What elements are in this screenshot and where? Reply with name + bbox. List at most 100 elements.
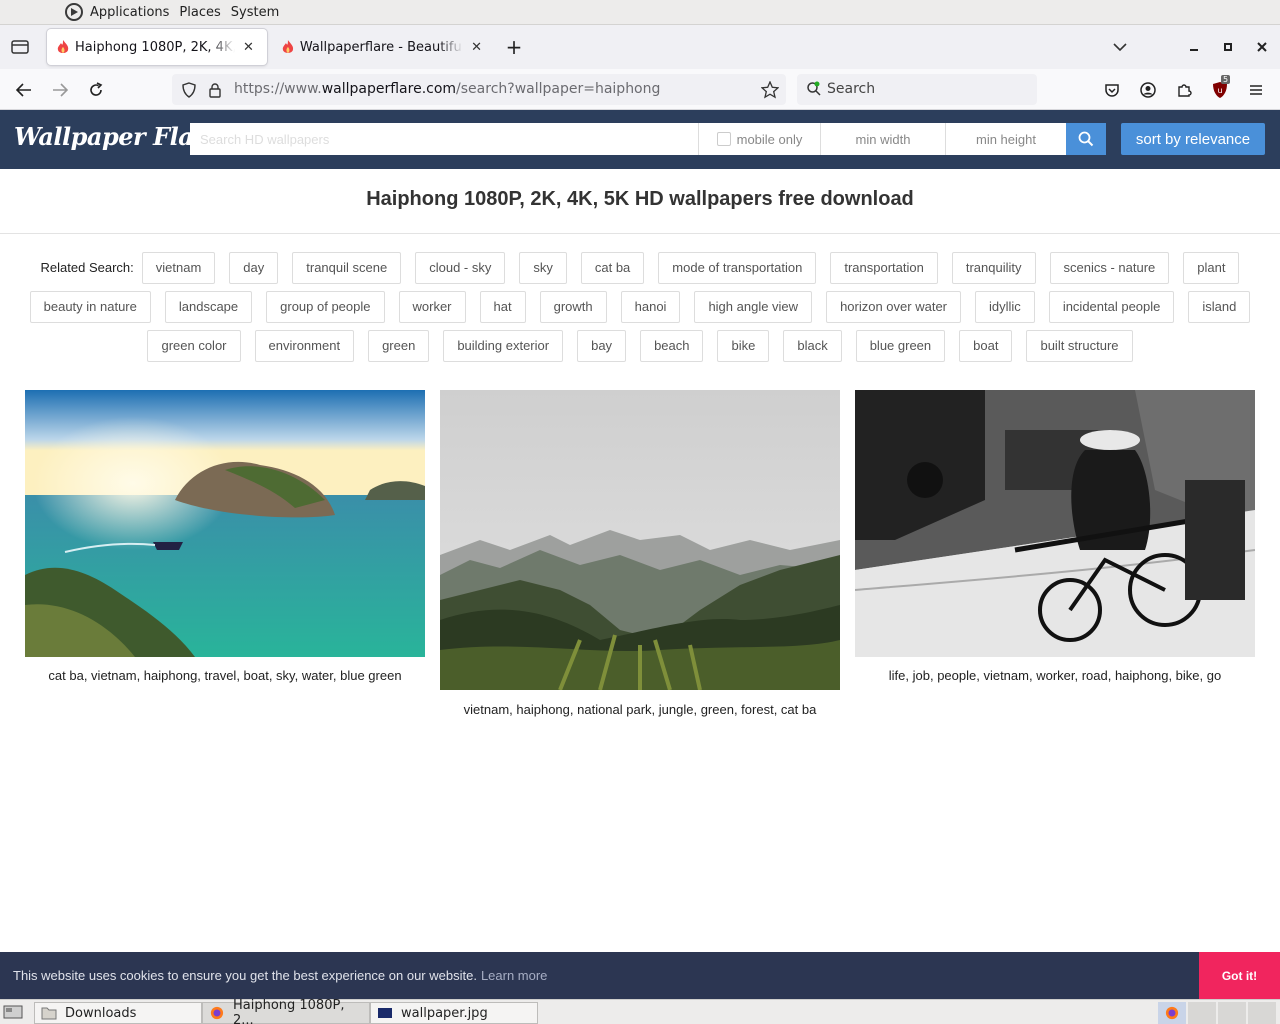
related-tag[interactable]: day bbox=[229, 252, 279, 284]
reload-button[interactable] bbox=[81, 75, 111, 105]
taskbar-item-downloads[interactable]: Downloads bbox=[34, 1002, 202, 1024]
navigation-toolbar: https://www.wallpaperflare.com/search?wa… bbox=[0, 69, 1280, 110]
ublock-button[interactable]: u 5 bbox=[1205, 75, 1235, 105]
related-tag[interactable]: environment bbox=[254, 330, 355, 362]
related-tag[interactable]: boat bbox=[959, 330, 1013, 362]
close-tab-icon[interactable]: ✕ bbox=[243, 40, 254, 55]
bay-island-image bbox=[25, 390, 425, 657]
address-bar[interactable]: https://www.wallpaperflare.com/search?wa… bbox=[172, 74, 786, 105]
related-tag[interactable]: high angle view bbox=[694, 291, 813, 323]
related-tag[interactable]: transportation bbox=[830, 252, 938, 284]
related-tag[interactable]: tranquility bbox=[951, 252, 1036, 284]
wallpaper-thumbnail[interactable] bbox=[25, 390, 425, 657]
hamburger-menu-icon bbox=[1250, 85, 1262, 95]
wallpaper-caption[interactable]: life, job, people, vietnam, worker, road… bbox=[855, 668, 1255, 683]
related-search: Related Search: vietnam day tranquil scene… bbox=[20, 252, 1260, 362]
wallpaper-caption[interactable]: cat ba, vietnam, haiphong, travel, boat,… bbox=[25, 668, 425, 683]
show-desktop-button[interactable] bbox=[3, 1004, 23, 1020]
taskbar-item-firefox[interactable]: Haiphong 1080P, 2... bbox=[202, 998, 370, 1024]
related-tag[interactable]: green bbox=[368, 330, 430, 362]
related-tag[interactable]: bike bbox=[717, 330, 770, 362]
system-menu[interactable]: System bbox=[231, 5, 279, 20]
extensions-button[interactable] bbox=[1169, 75, 1199, 105]
related-tag[interactable]: sky bbox=[519, 252, 567, 284]
related-tag[interactable]: landscape bbox=[164, 291, 253, 323]
workspace-2[interactable] bbox=[1188, 1002, 1216, 1024]
related-tag[interactable]: bay bbox=[577, 330, 627, 362]
cookie-accept-button[interactable]: Got it! bbox=[1199, 952, 1280, 999]
related-tag[interactable]: tranquil scene bbox=[292, 252, 402, 284]
tab-wallpaperflare[interactable]: Wallpaperflare - Beautiful HD Wallpapers… bbox=[272, 29, 492, 65]
account-icon bbox=[1140, 82, 1156, 98]
firefox-view-button[interactable] bbox=[6, 33, 34, 61]
forward-button[interactable] bbox=[45, 75, 75, 105]
wallpaper-thumbnail[interactable] bbox=[855, 390, 1255, 657]
url-scheme: https://www. bbox=[234, 81, 322, 97]
minimize-window-button[interactable] bbox=[1180, 33, 1208, 61]
system-taskbar: Downloads Haiphong 1080P, 2... wallpaper… bbox=[0, 998, 1280, 1024]
pocket-button[interactable] bbox=[1097, 75, 1127, 105]
related-tag[interactable]: idyllic bbox=[975, 291, 1035, 323]
new-tab-button[interactable]: + bbox=[500, 33, 528, 61]
web-search-box[interactable]: Search bbox=[797, 74, 1037, 105]
site-header: Wallpaper Flare mobile only min width mi… bbox=[0, 110, 1280, 169]
wallpaper-thumbnail[interactable] bbox=[440, 390, 840, 690]
min-height-placeholder: min height bbox=[976, 131, 1036, 147]
related-tag[interactable]: building exterior bbox=[443, 330, 564, 362]
maximize-window-button[interactable] bbox=[1214, 33, 1242, 61]
related-tag[interactable]: scenics - nature bbox=[1049, 252, 1170, 284]
close-window-button[interactable] bbox=[1248, 33, 1276, 61]
places-menu[interactable]: Places bbox=[179, 5, 220, 20]
chevron-down-icon bbox=[1113, 43, 1127, 52]
related-tag[interactable]: group of people bbox=[266, 291, 385, 323]
workspace-3[interactable] bbox=[1218, 1002, 1246, 1024]
workspace-4[interactable] bbox=[1248, 1002, 1276, 1024]
related-tag[interactable]: horizon over water bbox=[826, 291, 962, 323]
related-tag[interactable]: beach bbox=[640, 330, 704, 362]
shield-icon[interactable] bbox=[181, 82, 197, 98]
related-tag[interactable]: blue green bbox=[855, 330, 946, 362]
mobile-only-checkbox[interactable] bbox=[716, 132, 731, 146]
tab-title: Wallpaperflare - Beautiful HD Wallpapers bbox=[299, 39, 464, 55]
related-tag[interactable]: plant bbox=[1183, 252, 1240, 284]
search-submit-button[interactable] bbox=[1066, 123, 1106, 155]
related-tag[interactable]: cat ba bbox=[580, 252, 645, 284]
lock-icon[interactable] bbox=[208, 82, 222, 98]
related-tag[interactable]: green color bbox=[147, 330, 241, 362]
min-width-input[interactable]: min width bbox=[820, 123, 945, 155]
mobile-only-label: mobile only bbox=[736, 131, 803, 147]
tab-haiphong[interactable]: Haiphong 1080P, 2K, 4K, 5K HD wallpapers… bbox=[47, 29, 267, 65]
wallpaper-caption[interactable]: vietnam, haiphong, national park, jungle… bbox=[440, 702, 840, 717]
wallpaper-card[interactable]: life, job, people, vietnam, worker, road… bbox=[855, 390, 1255, 683]
wallpaper-search-input[interactable] bbox=[190, 123, 698, 155]
account-button[interactable] bbox=[1133, 75, 1163, 105]
related-tag[interactable]: incidental people bbox=[1048, 291, 1175, 323]
list-all-tabs-button[interactable] bbox=[1106, 33, 1134, 61]
taskbar-item-image-viewer[interactable]: wallpaper.jpg bbox=[370, 1002, 538, 1024]
learn-more-link[interactable]: Learn more bbox=[481, 968, 547, 983]
close-tab-icon[interactable]: ✕ bbox=[471, 40, 482, 55]
related-tag[interactable]: island bbox=[1188, 291, 1251, 323]
sort-by-button[interactable]: sort by relevance bbox=[1121, 123, 1265, 155]
related-tag[interactable]: growth bbox=[539, 291, 607, 323]
plus-icon: + bbox=[505, 35, 523, 59]
wallpaper-card[interactable]: vietnam, haiphong, national park, jungle… bbox=[440, 390, 840, 717]
app-menu-button[interactable] bbox=[1241, 75, 1271, 105]
related-tag[interactable]: beauty in nature bbox=[29, 291, 151, 323]
related-tag[interactable]: hat bbox=[479, 291, 526, 323]
back-button[interactable] bbox=[9, 75, 39, 105]
wallpaper-card[interactable]: cat ba, vietnam, haiphong, travel, boat,… bbox=[25, 390, 425, 683]
related-tag[interactable]: black bbox=[783, 330, 842, 362]
related-tag[interactable]: worker bbox=[398, 291, 466, 323]
mobile-only-toggle[interactable]: mobile only bbox=[698, 123, 820, 155]
min-height-input[interactable]: min height bbox=[945, 123, 1066, 155]
related-tag[interactable]: mode of transportation bbox=[658, 252, 817, 284]
workspace-1-firefox[interactable] bbox=[1158, 1002, 1186, 1024]
related-tag[interactable]: hanoi bbox=[620, 291, 681, 323]
related-tag[interactable]: built structure bbox=[1026, 330, 1133, 362]
related-tag[interactable]: vietnam bbox=[141, 252, 216, 284]
pocket-icon bbox=[1105, 84, 1119, 97]
related-tag[interactable]: cloud - sky bbox=[415, 252, 506, 284]
bookmark-star-icon[interactable] bbox=[761, 81, 779, 99]
applications-menu[interactable]: Applications bbox=[90, 5, 169, 20]
